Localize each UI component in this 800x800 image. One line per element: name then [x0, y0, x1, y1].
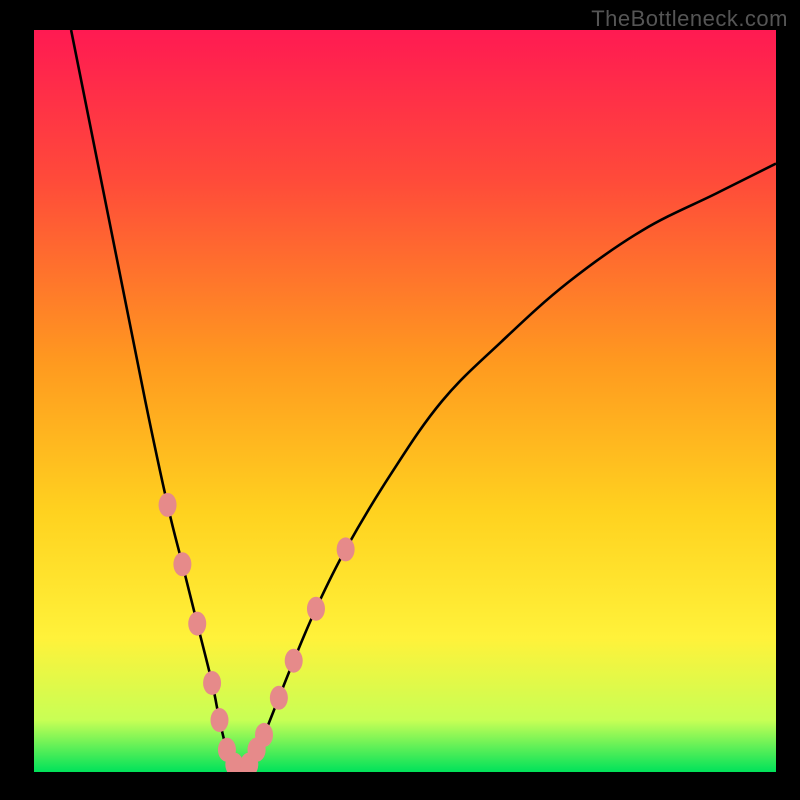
marker-dot — [188, 612, 206, 636]
marker-dot — [307, 597, 325, 621]
marker-dot — [285, 649, 303, 673]
marker-dot — [173, 552, 191, 576]
marker-dot — [211, 708, 229, 732]
plot-area — [34, 30, 776, 772]
chart-frame: TheBottleneck.com — [0, 0, 800, 800]
chart-svg — [34, 30, 776, 772]
marker-dot — [337, 537, 355, 561]
marker-dot — [255, 723, 273, 747]
watermark-text: TheBottleneck.com — [591, 6, 788, 32]
marker-dot — [270, 686, 288, 710]
marker-dot — [203, 671, 221, 695]
marker-dot — [159, 493, 177, 517]
